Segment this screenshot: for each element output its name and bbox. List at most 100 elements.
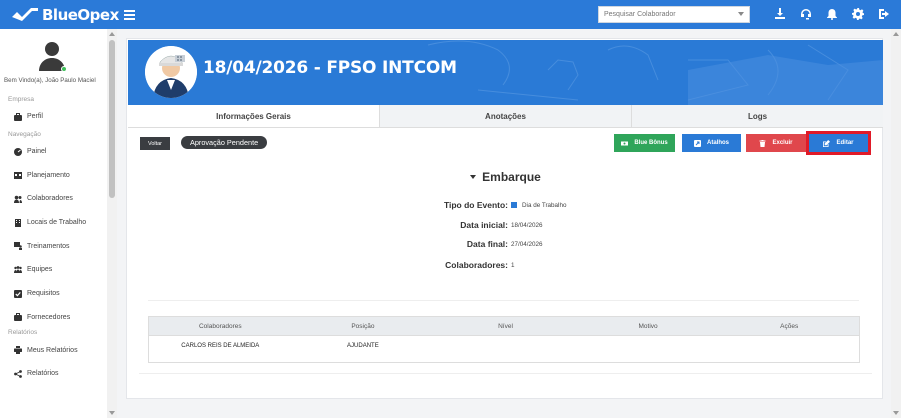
sidebar-item-label: Painel [27,148,47,156]
sidebar-item-label: Planejamento [27,171,70,179]
share-icon [14,369,22,378]
field-value: 1 [511,261,515,269]
table-cell: AJUDANTE [347,343,379,349]
tab-anotacoes[interactable]: Anotações [380,105,632,127]
field-colaboradores: Colaboradores: 1 [127,260,884,270]
user-avatar[interactable] [38,41,68,73]
sidebar-item-fornecedores[interactable]: Fornecedores [14,306,116,330]
chevron-down-icon [738,12,744,16]
hamburger-menu-icon[interactable] [124,7,135,23]
search-collaborator-select[interactable]: Pesquisar Colaborador [598,6,750,23]
sidebar-item-label: Treinamentos [27,242,70,250]
external-link-icon [693,139,701,147]
brand-name: BlueOpex [42,5,119,24]
offshore-worker-avatar [145,46,197,98]
field-label: Colaboradores: [445,260,508,270]
sidebar-item-label: Perfil [27,113,43,121]
event-type-text: Dia de Trabalho [522,201,567,209]
sidebar: Bem Vindo(a), João Paulo Maciel Empresa … [0,29,117,418]
table-header: Colaboradores Posição Nível Motivo Ações [149,317,859,336]
tab-logs[interactable]: Logs [632,105,883,127]
back-button[interactable]: Voltar [140,137,170,150]
chalkboard-icon [14,242,22,251]
sidebar-item-meus-relatorios[interactable]: Meus Relatórios [14,338,116,362]
field-data-final: Data final: 27/04/2026 [127,239,884,249]
status-badge: Aprovação Pendente [181,136,268,149]
button-label: Atalhos [706,140,729,146]
edit-icon [823,139,831,147]
field-label: Data inicial: [460,220,508,230]
gear-icon[interactable] [851,7,865,21]
dashboard-icon [14,147,22,156]
column-header: Colaboradores [198,322,242,330]
sidebar-item-treinamentos[interactable]: Treinamentos [14,234,116,258]
briefcase-icon [14,313,22,322]
sidebar-item-label: Equipes [27,266,53,274]
brand[interactable]: BlueOpex [12,6,122,24]
column-header: Motivo [638,322,658,330]
sidebar-item-locais[interactable]: Locais de Trabalho [14,211,116,235]
sidebar-item-colaboradores[interactable]: Colaboradores [14,187,116,211]
field-value: 27/04/2026 [511,240,543,248]
welcome-text: Bem Vindo(a), João Paulo Maciel [4,77,96,84]
event-type-color-square [511,201,517,208]
sidebar-item-perfil[interactable]: Perfil [14,105,116,129]
sidebar-item-label: Meus Relatórios [27,346,78,354]
column-header: Ações [780,322,799,330]
online-status-dot [61,66,67,72]
checkbox-icon [14,289,22,298]
tab-bar: Informações Gerais Anotações Logs [128,105,883,128]
column-header: Posição [351,322,375,330]
section-header-embarque[interactable]: Embarque [127,170,884,184]
sidebar-item-requisitos[interactable]: Requisitos [14,282,116,306]
logout-icon[interactable] [877,7,891,21]
top-navbar: BlueOpex Pesquisar Colaborador [0,0,901,29]
scroll-down-arrow-icon[interactable] [109,411,115,415]
sidebar-item-painel[interactable]: Painel [14,140,116,164]
field-label: Tipo do Evento: [443,200,508,210]
sidebar-item-label: Requisitos [27,290,60,298]
edit-button[interactable]: Editar [806,131,871,155]
headset-icon[interactable] [799,7,813,21]
scroll-up-arrow-icon[interactable] [109,32,115,36]
column-header: Nível [498,322,513,330]
search-placeholder: Pesquisar Colaborador [604,11,676,18]
sidebar-item-label: Fornecedores [27,313,71,321]
page-scrollbar[interactable] [891,29,901,418]
bell-icon[interactable] [825,7,839,21]
divider [148,300,859,301]
sidebar-item-planejamento[interactable]: Planejamento [14,163,116,187]
tab-informacoes-gerais[interactable]: Informações Gerais [128,105,380,127]
users-icon [14,195,22,203]
download-icon[interactable] [773,7,787,21]
button-label: Excluir [772,140,793,146]
field-tipo-evento: Tipo do Evento: Dia de Trabalho [127,200,884,210]
field-value: 18/04/2026 [511,221,543,229]
collaborators-table: Colaboradores Posição Nível Motivo Ações… [148,316,860,363]
field-data-inicial: Data inicial: 18/04/2026 [127,220,884,230]
sidebar-item-label: Locais de Trabalho [27,219,87,227]
event-detail-card: 18/04/2026 - FPSO INTCOM Informações Ger… [126,38,883,399]
sidebar-item-label: Colaboradores [27,195,73,203]
building-icon [15,218,21,227]
field-value: Dia de Trabalho [511,202,566,209]
team-icon [14,266,22,273]
table-row[interactable]: CARLOS REIS DE ALMEIDA AJUDANTE [149,336,859,356]
shortcuts-button[interactable]: Atalhos [682,134,741,152]
delete-button[interactable]: Excluir [746,134,806,152]
scroll-up-arrow-icon[interactable] [893,32,899,36]
caret-down-icon [470,175,477,179]
sidebar-item-equipes[interactable]: Equipes [14,258,116,282]
sidebar-item-relatorios[interactable]: Relatórios [14,362,116,386]
scroll-down-arrow-icon[interactable] [893,411,899,415]
divider [139,373,872,374]
brand-logo-icon [12,7,38,21]
blue-bonus-button[interactable]: Blue Bônus [614,134,675,152]
trash-icon [759,139,766,147]
section-label-empresa: Empresa [8,96,35,103]
sidebar-scrollbar-thumb[interactable] [109,40,115,198]
field-label: Data final: [466,239,508,249]
button-label: Editar [836,140,854,146]
event-header-banner: 18/04/2026 - FPSO INTCOM [128,40,883,105]
page-title: 18/04/2026 - FPSO INTCOM [203,58,457,78]
